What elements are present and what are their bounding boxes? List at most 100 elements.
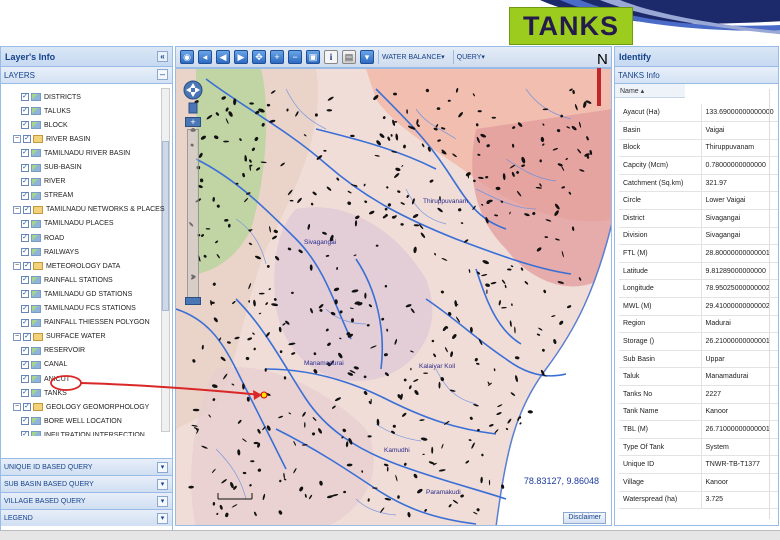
tank-feature[interactable]	[326, 109, 333, 112]
layer-checkbox[interactable]: ✓	[21, 417, 29, 426]
expand-icon[interactable]: ▾	[157, 462, 168, 473]
layer-checkbox[interactable]: ✓	[21, 360, 29, 369]
layer-item[interactable]: ✓ STREAM	[21, 189, 73, 203]
collapse-panel-button[interactable]: «	[157, 51, 168, 62]
pan-icon[interactable]: ✥	[252, 50, 266, 64]
back-arrow-icon[interactable]: ◀	[216, 50, 230, 64]
layer-item[interactable]: ✓ TAMILNADU FCS STATIONS	[21, 302, 136, 316]
tank-feature[interactable]	[486, 201, 490, 204]
layer-checkbox[interactable]: ✓	[21, 191, 29, 200]
tree-scrollbar-thumb[interactable]	[162, 141, 169, 311]
layer-item[interactable]: ✓ RAILWAYS	[21, 245, 79, 259]
tree-scrollbar[interactable]	[161, 88, 170, 432]
layer-item[interactable]: ✓ TAMILNADU PLACES	[21, 217, 114, 231]
layer-item[interactable]: ✓ BORE WELL LOCATION	[21, 414, 122, 428]
layer-item[interactable]: ✓ ANICUT	[21, 372, 70, 386]
layer-item[interactable]: ✓ RAINFALL STATIONS	[21, 273, 113, 287]
print-icon[interactable]: ▤	[342, 50, 356, 64]
zoom-in-icon[interactable]: +	[270, 50, 284, 64]
layer-item[interactable]: ✓ RIVER	[21, 175, 65, 189]
accordion-section[interactable]: UNIQUE ID BASED QUERY ▾	[1, 458, 172, 475]
zoom-in-button[interactable]: +	[185, 117, 201, 127]
identify-scrollbar[interactable]	[769, 89, 776, 519]
full-extent-icon[interactable]: ▣	[306, 50, 320, 64]
tank-feature[interactable]	[304, 422, 306, 428]
query-menu[interactable]: QUERY▾	[457, 53, 485, 61]
collapse-toggle-icon[interactable]: −	[13, 205, 21, 214]
layer-checkbox[interactable]: ✓	[21, 346, 29, 355]
layer-group[interactable]: − ✓ METEOROLOGY DATA	[13, 259, 120, 273]
layer-checkbox[interactable]: ✓	[23, 403, 31, 412]
layer-checkbox[interactable]: ✓	[21, 107, 29, 116]
layer-item[interactable]: ✓ RESERVOIR	[21, 344, 85, 358]
layer-item[interactable]: ✓ SUB-BASIN	[21, 161, 82, 175]
info-icon[interactable]: i	[324, 50, 338, 64]
accordion-section[interactable]: LEGEND ▾	[1, 509, 172, 526]
collapse-toggle-icon[interactable]: −	[13, 403, 21, 412]
layer-item[interactable]: ✓ TANKS	[21, 386, 67, 400]
tank-feature[interactable]	[431, 446, 434, 454]
tank-feature[interactable]	[436, 107, 441, 110]
layer-item[interactable]: ✓ INFILTRATION INTERSECTION	[21, 428, 145, 436]
layer-item[interactable]: ✓ ROAD	[21, 231, 64, 245]
layer-checkbox[interactable]: ✓	[21, 431, 29, 436]
forward-arrow-icon[interactable]: ▶	[234, 50, 248, 64]
collapse-toggle-icon[interactable]: −	[13, 135, 21, 144]
zoom-out-button[interactable]	[185, 297, 201, 305]
globe-icon[interactable]: ◉	[180, 50, 194, 64]
zoom-out-arrow-icon[interactable]: ◂	[198, 50, 212, 64]
tank-feature[interactable]	[351, 318, 354, 323]
name-column-header[interactable]: Name ▴	[615, 84, 685, 98]
layer-checkbox[interactable]: ✓	[23, 262, 31, 271]
minus-icon[interactable]: –	[157, 69, 168, 80]
tank-feature[interactable]	[491, 116, 496, 119]
layer-item[interactable]: ✓ TAMILNADU GD STATIONS	[21, 287, 132, 301]
disclaimer-button[interactable]: Disclaimer	[563, 512, 606, 524]
layer-checkbox[interactable]: ✓	[23, 332, 31, 341]
selected-tank-marker[interactable]	[260, 391, 268, 399]
layer-checkbox[interactable]: ✓	[21, 375, 29, 383]
layer-item[interactable]: ✓ DISTRICTS	[21, 90, 81, 104]
collapse-toggle-icon[interactable]: −	[13, 262, 21, 271]
zoom-slider[interactable]	[187, 129, 199, 299]
layer-group[interactable]: − ✓ SURFACE WATER	[13, 330, 106, 344]
layer-group[interactable]: − ✓ GEOLOGY GEOMORPHOLOGY	[13, 400, 149, 414]
layer-checkbox[interactable]: ✓	[21, 304, 29, 313]
map-canvas[interactable]: Thiruppuvanam Sivagangai Manamadurai Kal…	[176, 69, 612, 526]
accordion-section[interactable]: VILLAGE BASED QUERY ▾	[1, 492, 172, 509]
layer-item[interactable]: ✓ RAINFALL THIESSEN POLYGON	[21, 316, 150, 330]
map-view[interactable]: Thiruppuvanam Sivagangai Manamadurai Kal…	[175, 68, 612, 526]
layer-checkbox[interactable]: ✓	[23, 205, 31, 214]
layer-checkbox[interactable]: ✓	[21, 177, 29, 186]
layer-checkbox[interactable]: ✓	[21, 318, 29, 327]
layer-checkbox[interactable]: ✓	[21, 248, 29, 257]
collapse-toggle-icon[interactable]: −	[13, 332, 21, 341]
layer-checkbox[interactable]: ✓	[23, 135, 31, 144]
layer-checkbox[interactable]: ✓	[21, 290, 29, 299]
expand-icon[interactable]: ▾	[157, 496, 168, 507]
layer-checkbox[interactable]: ✓	[21, 93, 29, 101]
layer-checkbox[interactable]: ✓	[21, 234, 29, 242]
layer-group[interactable]: − ✓ RIVER BASIN	[13, 132, 90, 146]
layer-item[interactable]: ✓ TAMILNADU RIVER BASIN	[21, 146, 130, 160]
layer-item[interactable]: ✓ BLOCK	[21, 118, 68, 132]
expand-icon[interactable]: ▾	[157, 513, 168, 524]
layer-checkbox[interactable]: ✓	[21, 121, 29, 130]
layer-item[interactable]: ✓ CANAL	[21, 358, 67, 372]
zoom-out-icon[interactable]: −	[288, 50, 302, 64]
tank-feature[interactable]	[264, 368, 267, 372]
layers-section-header[interactable]: LAYERS –	[1, 67, 172, 84]
layer-checkbox[interactable]: ✓	[21, 219, 29, 228]
accordion-section[interactable]: SUB BASIN BASED QUERY ▾	[1, 475, 172, 492]
tank-feature[interactable]	[210, 301, 215, 304]
layer-select-icon[interactable]: ▾	[360, 50, 374, 64]
pan-control[interactable]	[182, 79, 204, 119]
water-balance-menu[interactable]: WATER BALANCE▾	[382, 53, 445, 61]
layer-item[interactable]: ✓ TALUKS	[21, 104, 71, 118]
layer-checkbox[interactable]: ✓	[21, 389, 29, 398]
layer-checkbox[interactable]: ✓	[21, 149, 29, 158]
layer-checkbox[interactable]: ✓	[21, 276, 29, 285]
tank-feature[interactable]	[423, 372, 428, 374]
expand-icon[interactable]: ▾	[157, 479, 168, 490]
layer-group[interactable]: − ✓ TAMILNADU NETWORKS & PLACES	[13, 203, 165, 217]
